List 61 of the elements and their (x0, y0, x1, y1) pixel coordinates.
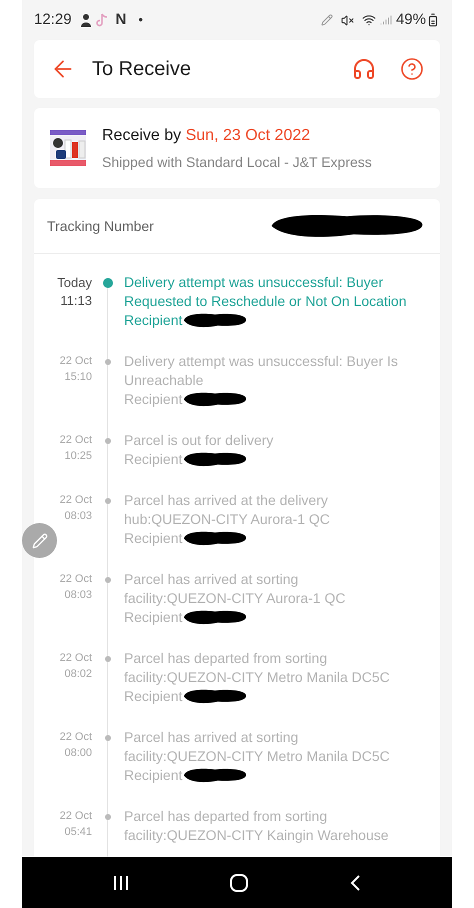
app-letter: N (116, 10, 126, 30)
recipient-label: Recipient (124, 450, 182, 469)
event-description: Parcel has arrived at the delivery hub:QUEZON-CITY Aurora-1 QC (124, 491, 331, 529)
event-time: 05:41 (64, 825, 92, 840)
person-icon (80, 13, 92, 27)
event-date: 22 Oct (60, 354, 92, 369)
help-button[interactable] (400, 57, 424, 81)
redaction-mark (182, 767, 248, 784)
help-icon (400, 57, 424, 81)
battery-icon (426, 13, 440, 27)
pencil-icon (32, 532, 48, 548)
tracking-number-label: Tracking Number (47, 216, 154, 236)
recipient-label: Recipient (124, 529, 182, 548)
event-date: 22 Oct (60, 433, 92, 448)
event-time: 08:03 (64, 588, 92, 603)
status-dot: • (138, 11, 143, 30)
recipient-label: Recipient (124, 766, 182, 785)
event-description: Parcel is out for delivery (124, 431, 274, 450)
event-description: Parcel has arrived at sorting facility:QUEZON-CITY Aurora-1 QC (124, 570, 346, 608)
event-time: 11:13 (60, 292, 92, 310)
recipient-label: Recipient (124, 311, 182, 330)
status-time: 12:29 (34, 10, 72, 30)
wifi-icon (362, 13, 376, 27)
mute-icon (340, 14, 354, 26)
event-time: 08:03 (64, 509, 92, 524)
pen-icon (320, 14, 333, 26)
edit-floating-button[interactable] (22, 523, 57, 558)
receive-by-text: Receive by Sun, 23 Oct 2022 (102, 126, 312, 146)
shipping-method: Shipped with Standard Local - J&T Express (102, 152, 372, 172)
redaction-mark (182, 451, 248, 468)
headset-icon (352, 57, 376, 81)
redaction-mark (182, 609, 248, 626)
support-headset-button[interactable] (352, 57, 376, 81)
event-date: 22 Oct (60, 572, 92, 587)
recipient-label: Recipient (124, 390, 182, 409)
battery-percent: 49% (396, 10, 426, 30)
redaction-mark (182, 688, 248, 705)
page-title: To Receive (92, 57, 191, 82)
event-date: 22 Oct (60, 651, 92, 666)
event-time: 08:00 (64, 746, 92, 761)
redaction-mark (182, 312, 248, 329)
event-date: 22 Oct (60, 493, 92, 508)
event-description: Parcel has departed from sorting facility:QUEZON-CITY Kaingin Warehouse (124, 807, 390, 845)
event-description: Delivery attempt was unsuccessful: Buyer Requested to Reschedule or Not On Location (124, 273, 408, 311)
event-time: 10:25 (64, 449, 92, 464)
redaction-mark (182, 530, 248, 547)
recipient-label: Recipient (124, 608, 182, 627)
home-button[interactable] (228, 872, 249, 892)
event-description: Delivery attempt was unsuccessful: Buyer Is Unreachable (124, 352, 399, 390)
music-note-icon (96, 13, 108, 27)
event-date: Today (57, 274, 92, 292)
redaction-mark (182, 391, 248, 408)
event-date: 22 Oct (60, 730, 92, 745)
recent-apps-button[interactable] (112, 874, 130, 892)
event-description: Parcel has departed from sorting facility:QUEZON-CITY Metro Manila DC5C (124, 649, 391, 687)
event-time: 08:02 (64, 667, 92, 682)
back-nav-button[interactable] (348, 874, 362, 892)
event-description: Parcel has arrived at sorting facility:QUEZON-CITY Metro Manila DC5C (124, 728, 391, 766)
event-time: 15:10 (64, 370, 92, 385)
event-date: 22 Oct (60, 809, 92, 824)
recipient-label: Recipient (124, 687, 182, 706)
